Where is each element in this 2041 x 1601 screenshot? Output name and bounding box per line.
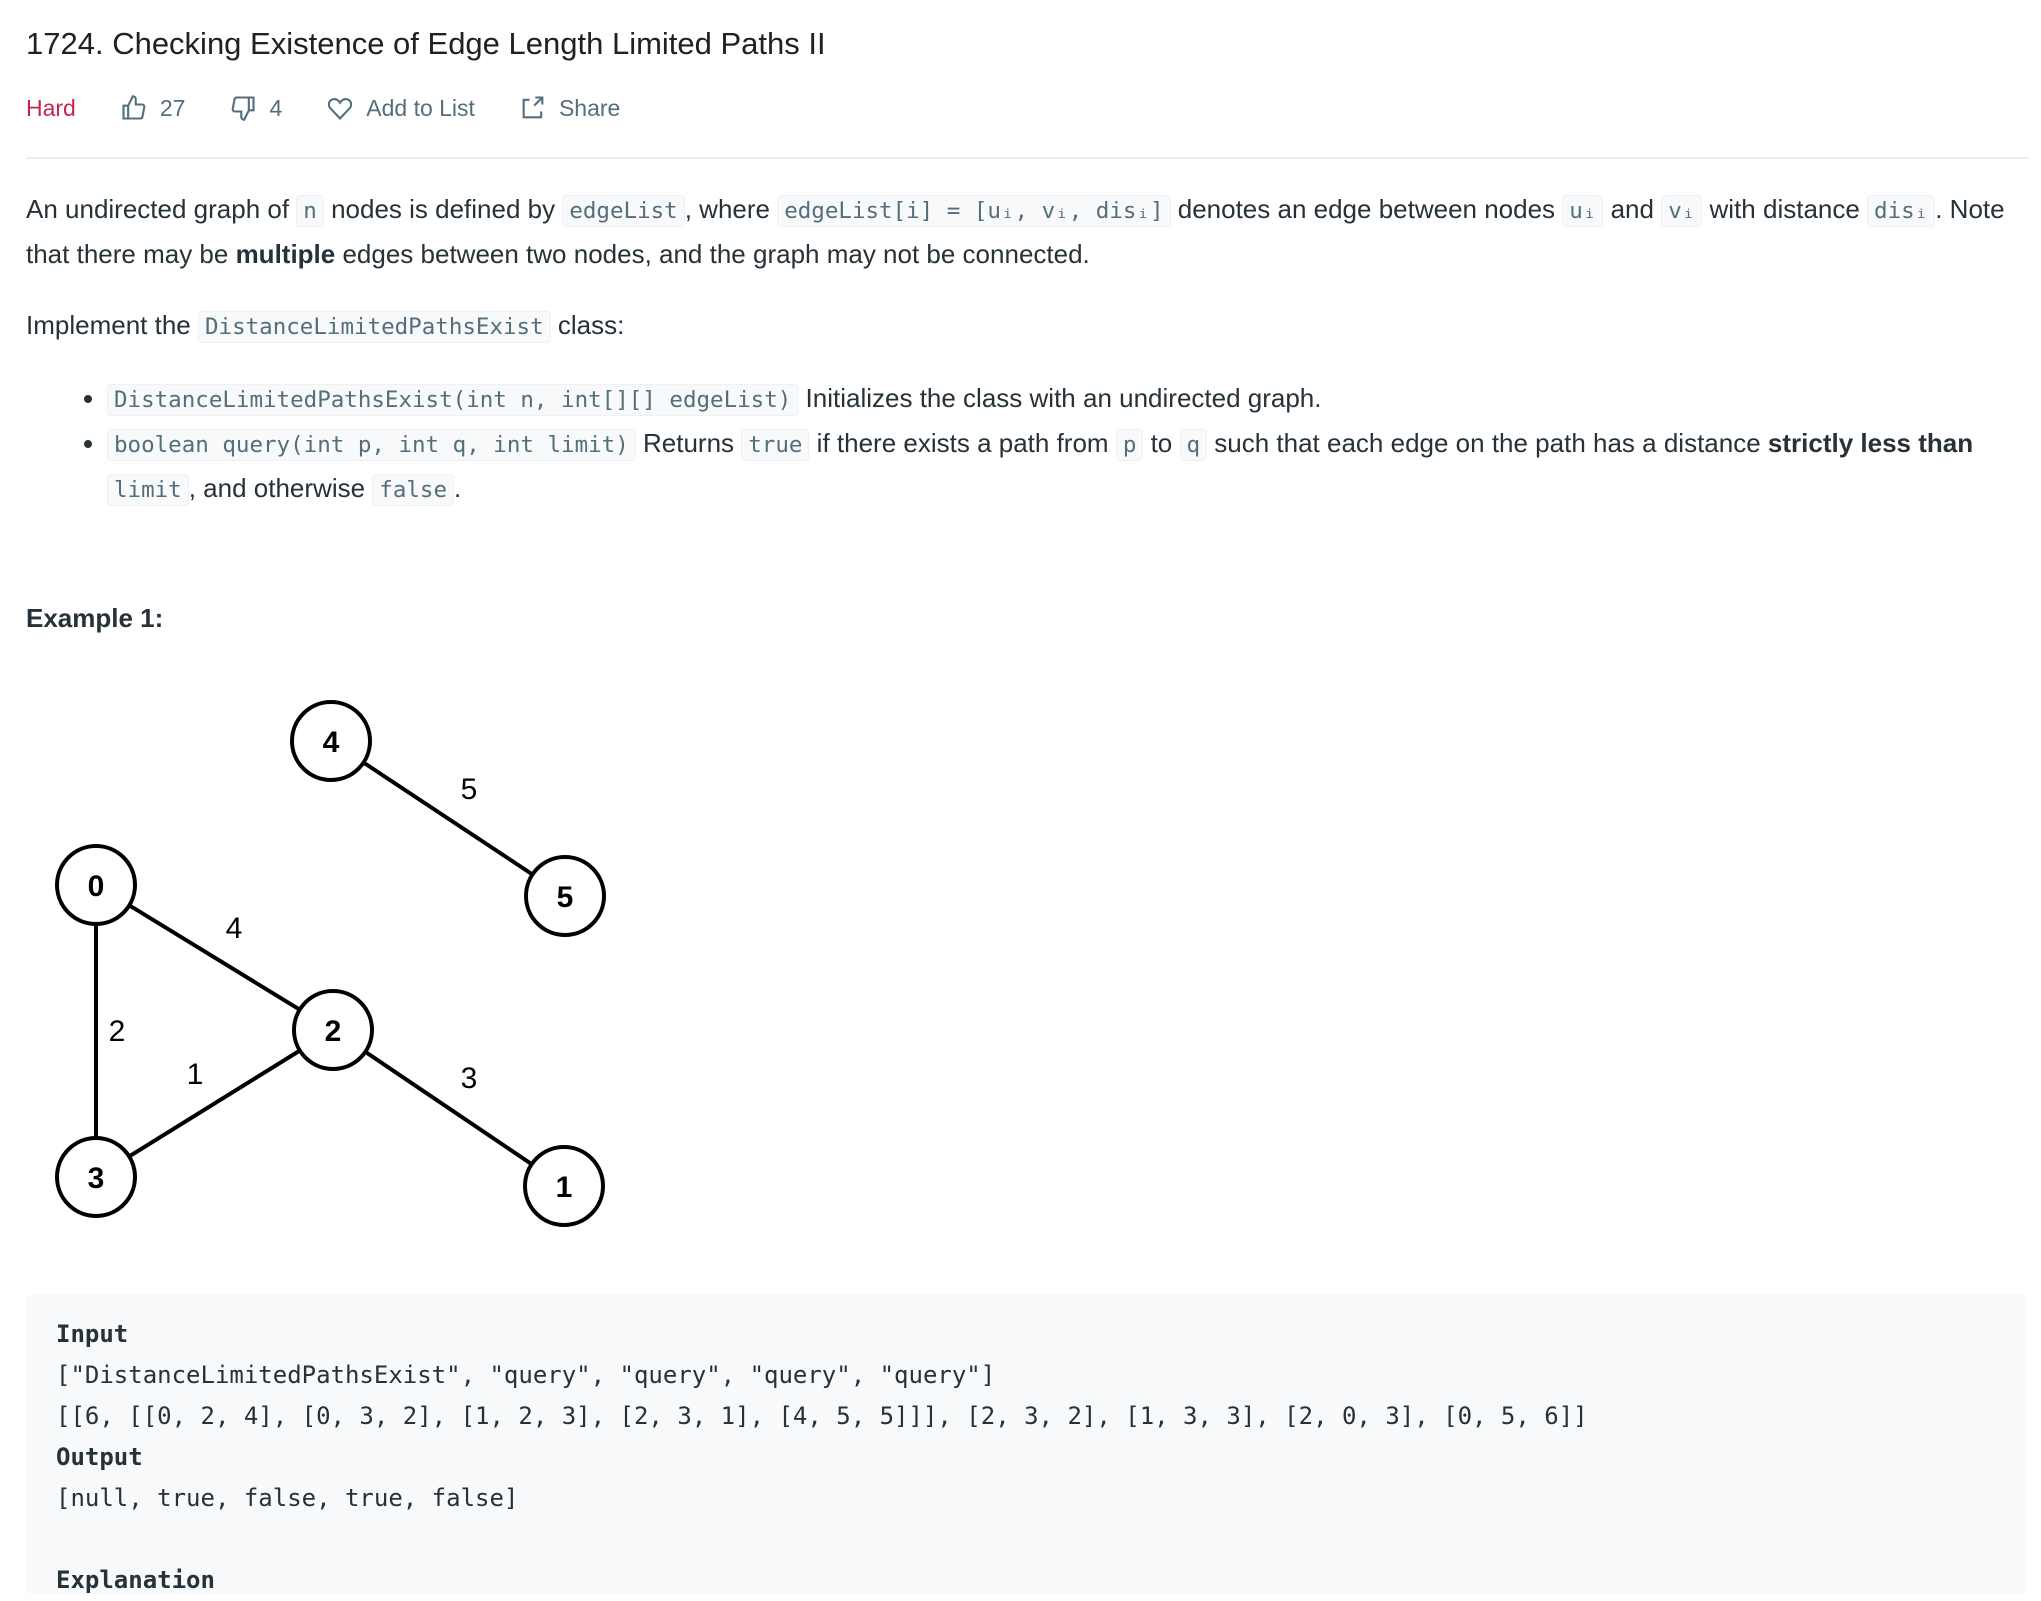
graph-edge (331, 1028, 566, 1188)
edge-weight-label: 1 (187, 1058, 204, 1091)
method-list: DistanceLimitedPathsExist(int n, int[][]… (26, 377, 2024, 512)
node-label: 5 (557, 881, 574, 914)
graph-edge (94, 883, 335, 1032)
share-button[interactable]: Share (519, 94, 620, 122)
description-paragraph: An undirected graph of n nodes is define… (26, 194, 2005, 269)
edge-weight-label: 5 (461, 773, 478, 806)
thumbs-up-icon (122, 95, 146, 120)
implement-paragraph: Implement the DistanceLimitedPathsExist … (26, 304, 2024, 349)
node-label: 3 (88, 1162, 105, 1195)
node-label: 4 (323, 726, 340, 759)
list-item: DistanceLimitedPathsExist(int n, int[][]… (107, 377, 2024, 422)
divider (26, 157, 2029, 159)
edge-weight-label: 3 (461, 1062, 478, 1095)
list-item: boolean query(int p, int q, int limit) R… (107, 422, 2024, 512)
edge-weight-label: 2 (109, 1015, 126, 1048)
problem-meta: Hard 27 4 Add to List Share (26, 94, 664, 122)
example-title: Example 1: (26, 603, 164, 633)
graph-edge (94, 1028, 335, 1179)
input-line: ["DistanceLimitedPathsExist", "query", "… (56, 1361, 996, 1389)
dislike-count: 4 (269, 94, 283, 121)
output-label: Output (56, 1443, 143, 1471)
like-count: 27 (159, 94, 186, 121)
edge-weight-label: 4 (226, 912, 243, 945)
example-code-block: Input ["DistanceLimitedPathsExist", "que… (26, 1294, 2025, 1594)
problem-title: 1724. Checking Existence of Edge Length … (26, 26, 826, 61)
example-graph: 4 2 3 1 5 0 1 2 3 4 5 (55, 700, 606, 1227)
add-to-list-label: Add to List (366, 94, 475, 121)
node-label: 2 (325, 1015, 342, 1048)
share-icon (522, 96, 544, 119)
problem-description: An undirected graph of n nodes is define… (26, 188, 2024, 512)
input-line: [[6, [[0, 2, 4], [0, 3, 2], [1, 2, 3], [… (56, 1402, 1588, 1430)
thumbs-down-icon (232, 96, 256, 121)
like-button[interactable]: 27 (120, 94, 186, 122)
add-to-list-button[interactable]: Add to List (326, 94, 475, 122)
dislike-button[interactable]: 4 (229, 94, 282, 122)
node-label: 1 (556, 1171, 573, 1204)
share-label: Share (558, 94, 621, 121)
difficulty-badge: Hard (26, 94, 76, 121)
input-label: Input (56, 1320, 129, 1348)
output-line: [null, true, false, true, false] (56, 1484, 519, 1512)
graph-edge (329, 739, 567, 898)
node-label: 0 (88, 870, 105, 903)
heart-icon (328, 98, 353, 121)
explanation-label: Explanation (56, 1566, 215, 1594)
